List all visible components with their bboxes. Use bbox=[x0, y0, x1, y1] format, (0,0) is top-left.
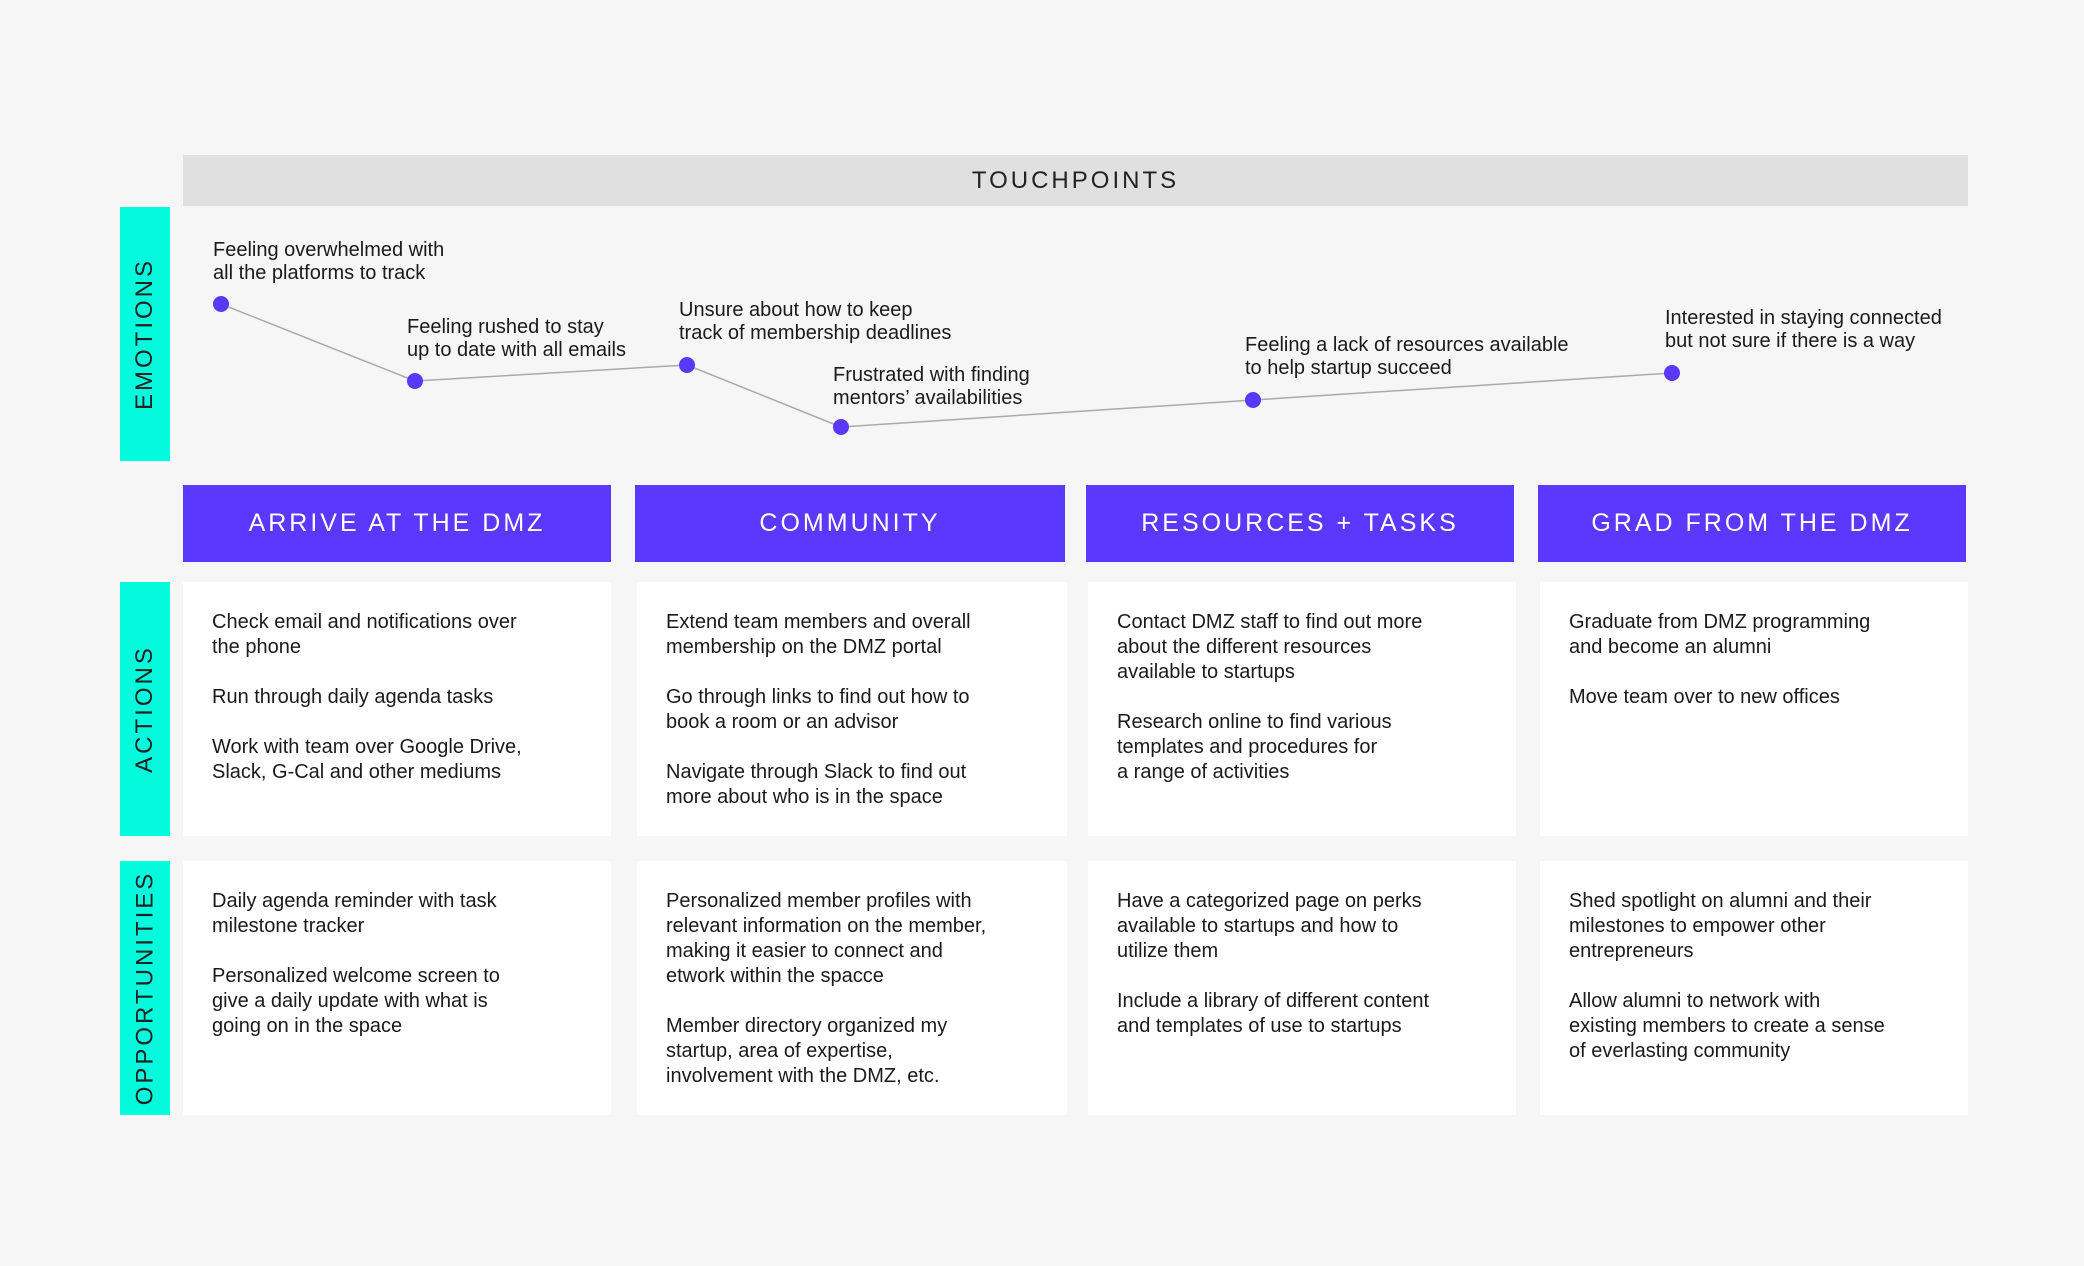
actions-cell: Check email and notifications over the p… bbox=[183, 582, 611, 836]
emotion-label: Unsure about how to keep track of member… bbox=[679, 299, 952, 344]
emotion-connector bbox=[414, 364, 688, 382]
actions-cell: Graduate from DMZ programming and become… bbox=[1540, 582, 1968, 836]
opportunities-cell: Daily agenda reminder with task mileston… bbox=[183, 861, 611, 1115]
emotion-label: Interested in staying connected but not … bbox=[1665, 307, 1942, 352]
opportunity-item: Have a categorized page on perks availab… bbox=[1117, 890, 1422, 962]
action-item: Work with team over Google Drive, Slack,… bbox=[212, 736, 522, 783]
emotion-point bbox=[679, 357, 695, 373]
stage-header: COMMUNITY bbox=[635, 485, 1065, 562]
action-item: Check email and notifications over the p… bbox=[212, 611, 517, 658]
opportunity-item: Include a library of different content a… bbox=[1117, 990, 1430, 1037]
stage-header: ARRIVE AT THE DMZ bbox=[183, 485, 611, 562]
action-item: Graduate from DMZ programming and become… bbox=[1569, 611, 1871, 658]
emotion-point bbox=[407, 373, 423, 389]
opportunities-cell: Have a categorized page on perks availab… bbox=[1088, 861, 1516, 1115]
action-item: Navigate through Slack to find out more … bbox=[666, 761, 967, 808]
emotion-point bbox=[213, 296, 229, 312]
opportunities-cell: Shed spotlight on alumni and their miles… bbox=[1540, 861, 1968, 1115]
action-item: Move team over to new offices bbox=[1569, 686, 1840, 708]
emotion-label: Frustrated with finding mentors’ availab… bbox=[833, 364, 1030, 409]
stage-header: GRAD FROM THE DMZ bbox=[1538, 485, 1966, 562]
row-label-opportunities: OPPORTUNITIES bbox=[120, 861, 170, 1115]
opportunities-cell: Personalized member profiles with releva… bbox=[637, 861, 1067, 1115]
emotion-connector bbox=[220, 303, 416, 382]
emotion-point bbox=[1245, 392, 1261, 408]
action-item: Run through daily agenda tasks bbox=[212, 686, 494, 708]
actions-cell: Extend team members and overall membersh… bbox=[637, 582, 1067, 836]
action-item: Go through links to find out how to book… bbox=[666, 686, 970, 733]
action-item: Extend team members and overall membersh… bbox=[666, 611, 971, 658]
actions-label: ACTIONS bbox=[131, 645, 158, 773]
emotion-label: Feeling a lack of resources available to… bbox=[1245, 334, 1569, 379]
opportunity-item: Allow alumni to network with existing me… bbox=[1569, 990, 1885, 1062]
emotion-point bbox=[1664, 365, 1680, 381]
action-item: Research online to find various template… bbox=[1117, 711, 1392, 783]
actions-cell: Contact DMZ staff to find out more about… bbox=[1088, 582, 1516, 836]
emotion-label: Feeling overwhelmed with all the platfor… bbox=[213, 239, 445, 284]
opportunity-item: Shed spotlight on alumni and their miles… bbox=[1569, 890, 1872, 962]
opportunities-label: OPPORTUNITIES bbox=[131, 870, 158, 1106]
opportunity-item: Personalized member profiles with releva… bbox=[666, 890, 987, 987]
emotion-point bbox=[833, 419, 849, 435]
action-item: Contact DMZ staff to find out more about… bbox=[1117, 611, 1423, 683]
emotion-label: Feeling rushed to stay up to date with a… bbox=[407, 316, 627, 361]
stage-header: RESOURCES + TASKS bbox=[1086, 485, 1514, 562]
opportunity-item: Member directory organized my startup, a… bbox=[666, 1015, 948, 1087]
opportunity-item: Daily agenda reminder with task mileston… bbox=[212, 890, 497, 937]
row-label-actions: ACTIONS bbox=[120, 582, 170, 836]
emotion-connector bbox=[686, 364, 842, 428]
opportunity-item: Personalized welcome screen to give a da… bbox=[212, 965, 500, 1037]
